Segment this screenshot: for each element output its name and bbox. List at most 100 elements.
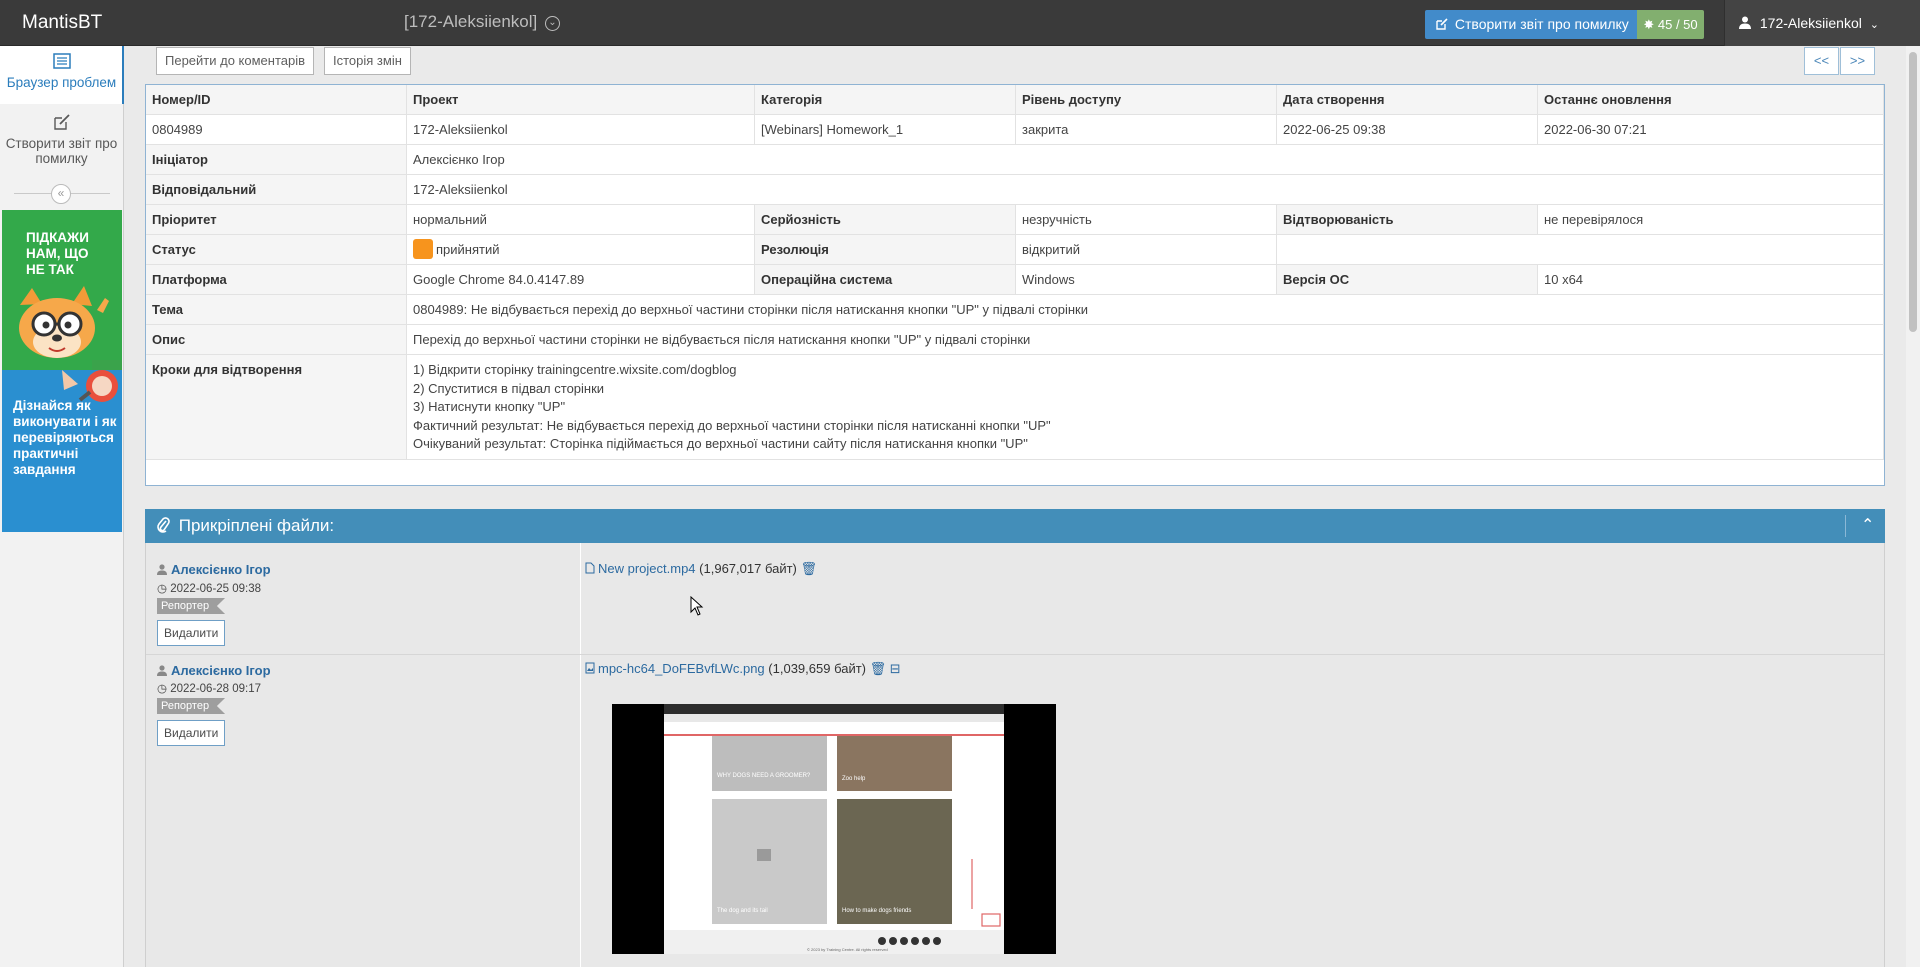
clock-icon: ◷ bbox=[157, 583, 171, 595]
file-size: (1,039,659 байт) bbox=[768, 661, 866, 676]
file-icon bbox=[585, 562, 595, 574]
edit-icon bbox=[1436, 18, 1448, 30]
attachment-image-preview[interactable]: WHY DOGS NEED A GROOMER? Zoo help The do… bbox=[612, 704, 1056, 954]
platform-label: Платформа bbox=[146, 265, 407, 295]
issue-id: 0804989 bbox=[146, 115, 407, 145]
attachments-header: Прикріплені файли: ⌃ bbox=[145, 509, 1885, 543]
status-label: Статус bbox=[146, 235, 407, 265]
date-text: 2022-06-28 09:17 bbox=[170, 683, 262, 695]
attachment-file: mpc-hc64_DoFEBvfLWc.png (1,039,659 байт)… bbox=[585, 661, 901, 677]
issue-last-update: 2022-06-30 07:21 bbox=[1538, 115, 1884, 145]
severity-label: Серйозність bbox=[755, 205, 1016, 235]
step-line: 2) Спуститися в підвал сторінки bbox=[413, 380, 605, 396]
col-header-project: Проект bbox=[407, 85, 755, 115]
step-line: Фактичний результат: Не відбувається пер… bbox=[413, 417, 1051, 433]
goto-comments-button[interactable]: Перейти до коментарів bbox=[156, 47, 315, 75]
chevron-up-icon[interactable]: ⌃ bbox=[1861, 509, 1874, 543]
status-text: прийнятий bbox=[436, 242, 500, 257]
user-icon bbox=[157, 564, 167, 575]
reproducibility-value: не перевірялося bbox=[1538, 205, 1884, 235]
reporter-value: Алексієнко Ігор bbox=[407, 145, 1884, 175]
steps-label: Кроки для відтворення bbox=[146, 355, 407, 460]
os-value: Windows bbox=[1016, 265, 1277, 295]
sidebar-item-report-issue[interactable]: Створити звіт про помилку bbox=[0, 110, 123, 176]
promo-banner-tasks[interactable]: Дізнайся як виконувати і як перевіряютьс… bbox=[2, 370, 122, 532]
role-badge: Репортер bbox=[157, 598, 226, 614]
report-issue-label: Створити звіт про помилку bbox=[1454, 16, 1629, 32]
attachment-date: ◷ 2022-06-28 09:17 bbox=[157, 681, 261, 695]
os-label: Операційна система bbox=[755, 265, 1016, 295]
report-issue-button[interactable]: Створити звіт про помилку bbox=[1425, 10, 1640, 39]
os-version-value: 10 x64 bbox=[1538, 265, 1884, 295]
priority-value: нормальний bbox=[407, 205, 755, 235]
issue-details-table: Номер/ID Проект Категорія Рівень доступу… bbox=[145, 84, 1885, 486]
preview-tile-caption: How to make dogs friends bbox=[842, 908, 911, 914]
file-link[interactable]: New project.mp4 bbox=[598, 561, 696, 576]
history-button[interactable]: Історія змін bbox=[324, 47, 411, 75]
brand-logo[interactable]: MantisBT bbox=[22, 12, 102, 34]
attachment-author[interactable]: Алексієнко Ігор bbox=[157, 663, 271, 678]
top-navbar: MantisBT [172-Aleksiienkol] ⌄ Створити з… bbox=[0, 0, 1920, 46]
project-selector[interactable]: [172-Aleksiienkol] ⌄ bbox=[404, 12, 560, 32]
user-menu[interactable]: 172-Aleksiienkol ⌄ bbox=[1724, 0, 1920, 46]
file-size: (1,967,017 байт) bbox=[699, 561, 797, 576]
reproducibility-label: Відтворюваність bbox=[1277, 205, 1538, 235]
prev-issue-button[interactable]: << bbox=[1804, 47, 1839, 75]
delete-attachment-button[interactable]: Видалити bbox=[157, 720, 226, 746]
clock-icon: ◷ bbox=[157, 683, 171, 695]
trash-icon[interactable]: 🗑 bbox=[801, 561, 818, 576]
sidebar: Браузер проблем Створити звіт про помилк… bbox=[0, 46, 124, 967]
list-icon bbox=[52, 53, 71, 69]
delete-attachment-button[interactable]: Видалити bbox=[157, 620, 226, 646]
priority-label: Пріоритет bbox=[146, 205, 407, 235]
attachments-title: Прикріплені файли: bbox=[178, 516, 335, 535]
status-color-swatch bbox=[413, 239, 433, 259]
edit-icon bbox=[53, 114, 70, 130]
attachment-author[interactable]: Алексієнко Ігор bbox=[157, 562, 271, 577]
author-name: Алексієнко Ігор bbox=[171, 663, 271, 678]
user-icon bbox=[157, 665, 167, 676]
user-icon bbox=[1739, 16, 1751, 29]
description-label: Опис bbox=[146, 325, 407, 355]
next-issue-button[interactable]: >> bbox=[1840, 47, 1875, 75]
collapse-preview-icon[interactable]: ⊟ bbox=[890, 661, 901, 676]
issue-count-badge[interactable]: ✸ 45 / 50 bbox=[1637, 10, 1704, 39]
sidebar-item-label: Браузер проблем bbox=[6, 75, 117, 90]
col-header-category: Категорія bbox=[755, 85, 1016, 115]
preview-tile-caption: Zoo help bbox=[842, 776, 866, 782]
sidebar-item-view-issues[interactable]: Браузер проблем bbox=[0, 46, 124, 104]
screenshot-thumbnail: WHY DOGS NEED A GROOMER? Zoo help The do… bbox=[664, 704, 1004, 954]
empty-cell bbox=[1277, 235, 1884, 265]
scrollbar-thumb[interactable] bbox=[1909, 52, 1917, 332]
os-version-label: Версія ОС bbox=[1277, 265, 1538, 295]
description-value: Перехід до верхньої частини сторінки не … bbox=[407, 325, 1884, 355]
status-value: прийнятий bbox=[407, 235, 755, 265]
promo-banner-feedback[interactable]: ПІДКАЖИ НАМ, ЩО НЕ ТАК bbox=[2, 210, 122, 370]
resolution-label: Резолюція bbox=[755, 235, 1016, 265]
severity-value: незручність bbox=[1016, 205, 1277, 235]
preview-footer-text: © 2023 by Training Centre. All rights re… bbox=[807, 947, 888, 952]
preview-tile-caption: WHY DOGS NEED A GROOMER? bbox=[717, 773, 811, 779]
project-name: [172-Aleksiienkol] bbox=[404, 12, 538, 31]
mouse-cursor-icon bbox=[690, 596, 704, 616]
row-divider bbox=[146, 654, 1884, 655]
issue-view-state: закрита bbox=[1016, 115, 1277, 145]
issue-category: [Webinars] Homework_1 bbox=[755, 115, 1016, 145]
file-link[interactable]: mpc-hc64_DoFEBvfLWc.png bbox=[598, 661, 765, 676]
page-scrollbar[interactable] bbox=[1906, 46, 1920, 967]
summary-value: 0804989: Не відбувається перехід до верх… bbox=[407, 295, 1884, 325]
issue-project: 172-Aleksiienkol bbox=[407, 115, 755, 145]
issue-count: 45 / 50 bbox=[1657, 17, 1698, 32]
sidebar-item-label: Створити звіт про помилку bbox=[5, 136, 118, 166]
step-line: Очікуваний результат: Сторінка підіймаєт… bbox=[413, 436, 1028, 451]
step-line: 3) Натиснути кнопку "UP" bbox=[413, 399, 566, 414]
issue-date-submitted: 2022-06-25 09:38 bbox=[1277, 115, 1538, 145]
promo-text: Дізнайся як виконувати і як перевіряютьс… bbox=[13, 398, 117, 477]
trash-icon[interactable]: 🗑 bbox=[870, 661, 887, 676]
resolution-value: відкритий bbox=[1016, 235, 1277, 265]
user-name: 172-Aleksiienkol bbox=[1759, 15, 1862, 31]
collapse-sidebar-button[interactable]: « bbox=[51, 184, 71, 204]
cartoon-fox-image bbox=[19, 286, 122, 370]
attachment-file: New project.mp4 (1,967,017 байт) 🗑 bbox=[585, 561, 817, 577]
attachment-date: ◷ 2022-06-25 09:38 bbox=[157, 581, 261, 595]
